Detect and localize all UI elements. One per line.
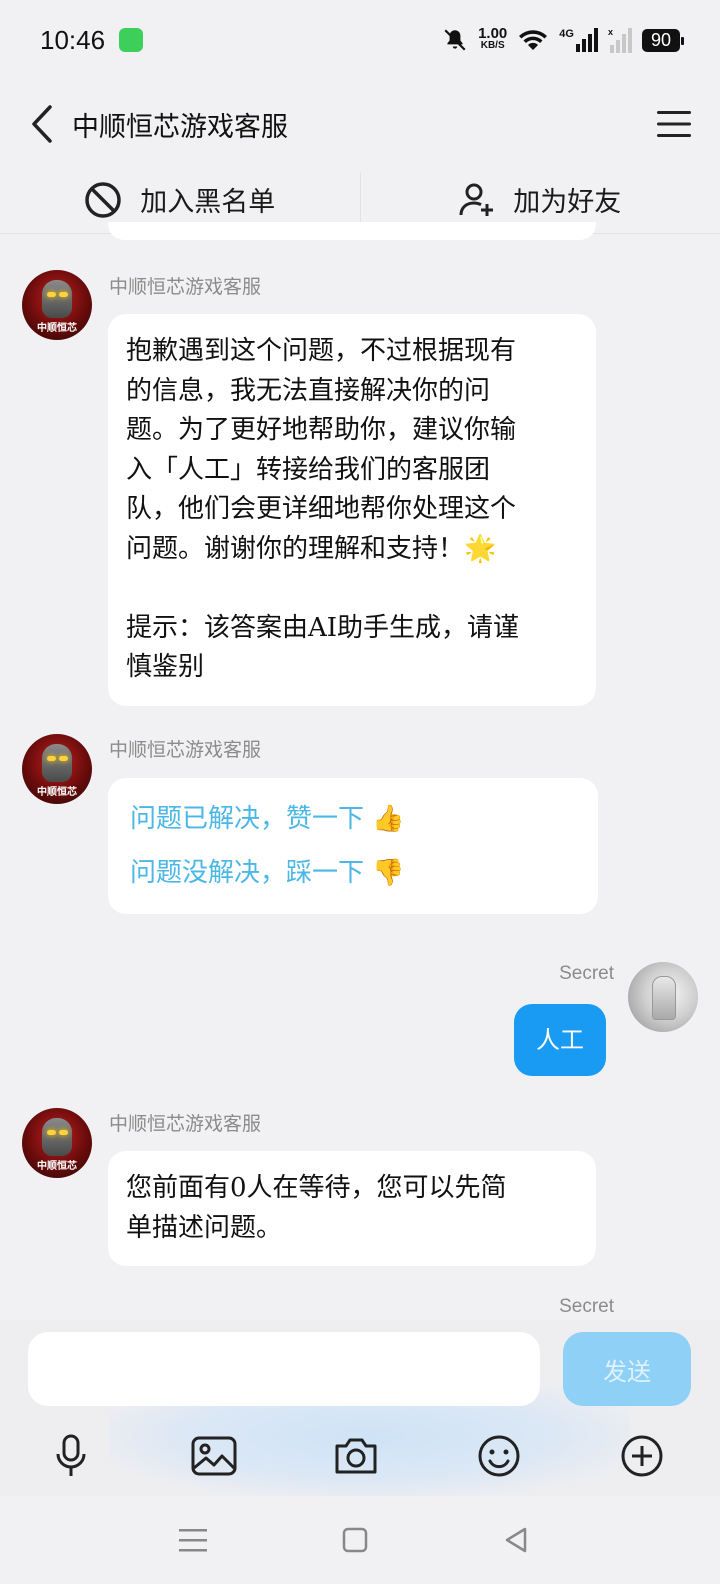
avatar-eye [59, 756, 68, 761]
message-line: 的信息，我无法直接解决你的问 [126, 375, 491, 406]
avatar-eye [47, 756, 56, 761]
message-line: 入「人工」转接给我们的客服团 [126, 454, 491, 485]
avatar-logo-text: 中顺恒芯 [37, 787, 77, 798]
message-line: 慎鉴别 [126, 652, 205, 682]
avatar-eye [47, 1130, 56, 1135]
status-bar: 10:46 1.00 KB/S 4G x 90 [0, 0, 720, 80]
message-line: 抱歉遇到这个问题，不过根据现有 [126, 336, 517, 366]
sender-name: Secret [559, 963, 614, 984]
mic-icon [56, 1434, 86, 1476]
status-time: 10:46 [40, 24, 106, 55]
message-app-icon [119, 28, 144, 52]
back-icon [32, 105, 52, 143]
avatar-figure [42, 280, 72, 318]
message-line: 题。为了更好地帮助你，建议你输 [126, 415, 517, 445]
bot-avatar[interactable]: 中顺恒芯 [22, 270, 92, 340]
user-message-bubble[interactable]: 人工 [514, 1004, 606, 1076]
user-avatar[interactable] [628, 962, 698, 1032]
avatar-eye [59, 292, 68, 297]
composer: 发送 [0, 1320, 720, 1496]
avatar-eye [47, 292, 56, 297]
avatar-figure [42, 744, 72, 782]
avatar-figure [652, 976, 676, 1020]
nav-home-icon [342, 1527, 368, 1553]
feedback-unsolved-link[interactable]: 问题没解决，踩一下 👎 [130, 846, 576, 900]
signal-sim2-icon: x [608, 27, 632, 53]
signal-4g: 4G [559, 28, 598, 52]
chat-header: 中顺恒芯游戏客服 [0, 88, 720, 160]
block-label: 加入黑名单 [140, 187, 276, 218]
net-speed: 1.00 KB/S [478, 25, 508, 52]
image-icon [191, 1436, 237, 1476]
sender-name: 中顺恒芯游戏客服 [109, 1113, 262, 1135]
avatar-logo-text: 中顺恒芯 [37, 323, 77, 334]
feedback-solved-link[interactable]: 问题已解决，赞一下 👍 [130, 792, 576, 846]
avatar-eye [59, 1130, 68, 1135]
camera-button[interactable] [330, 1430, 382, 1482]
nav-menu-button[interactable] [175, 1522, 211, 1558]
feedback-card: 问题已解决，赞一下 👍 问题没解决，踩一下 👎 [108, 778, 598, 914]
message-bubble[interactable]: 您前面有0人在等待，您可以先简 单描述问题。 [108, 1151, 596, 1266]
camera-icon [335, 1438, 377, 1474]
menu-button[interactable] [652, 102, 696, 146]
nav-home-button[interactable] [337, 1522, 373, 1558]
voice-button[interactable] [45, 1430, 97, 1482]
message-line: 提示：该答案由AI助手生成，请谨 [126, 612, 520, 643]
composer-toolbar [0, 1416, 720, 1496]
previous-message-bubble [108, 222, 596, 240]
menu-icon [657, 111, 691, 137]
nav-back-icon [505, 1527, 527, 1553]
emoji-icon [478, 1435, 520, 1477]
message-line: 您前面有0人在等待，您可以先简 [126, 1173, 507, 1203]
back-button[interactable] [24, 100, 60, 148]
bot-avatar[interactable]: 中顺恒芯 [22, 1108, 92, 1178]
battery-indicator: 90 [641, 28, 685, 52]
signal-icon [575, 28, 598, 52]
wifi-icon [519, 30, 548, 50]
message-input[interactable] [28, 1332, 540, 1406]
send-button[interactable]: 发送 [563, 1332, 691, 1406]
chat-title: 中顺恒芯游戏客服 [72, 111, 288, 143]
message-line: 问题。谢谢你的理解和支持！🌟 [126, 533, 497, 564]
emoji-button[interactable] [473, 1430, 525, 1482]
net-speed-value: 1.00 [478, 25, 508, 42]
block-icon [85, 181, 121, 218]
avatar-logo-text: 中顺恒芯 [37, 1161, 77, 1172]
message-line: 单描述问题。 [126, 1212, 283, 1243]
nav-back-button[interactable] [498, 1522, 534, 1558]
sender-name: 中顺恒芯游戏客服 [109, 739, 262, 761]
image-button[interactable] [188, 1430, 240, 1482]
sender-name: 中顺恒芯游戏客服 [109, 276, 262, 298]
plus-icon [621, 1435, 663, 1477]
mute-bell-icon [444, 29, 466, 51]
more-button[interactable] [616, 1430, 668, 1482]
nav-menu-icon [179, 1529, 207, 1552]
sender-name: Secret [559, 1296, 614, 1312]
system-nav-bar [0, 1496, 720, 1584]
svg-text:x: x [608, 27, 613, 37]
bot-avatar[interactable]: 中顺恒芯 [22, 734, 92, 804]
net-speed-unit: KB/S [480, 40, 505, 51]
message-line: 队，他们会更详细地帮你处理这个 [126, 494, 517, 524]
status-indicators: 1.00 KB/S 4G x 90 [442, 25, 685, 53]
add-friend-label: 加为好友 [513, 187, 622, 218]
message-bubble[interactable]: 抱歉遇到这个问题，不过根据现有 的信息，我无法直接解决你的问 题。为了更好地帮助… [108, 314, 596, 706]
network-type: 4G [559, 28, 574, 40]
add-user-icon [459, 183, 494, 216]
avatar-figure [42, 1118, 72, 1156]
